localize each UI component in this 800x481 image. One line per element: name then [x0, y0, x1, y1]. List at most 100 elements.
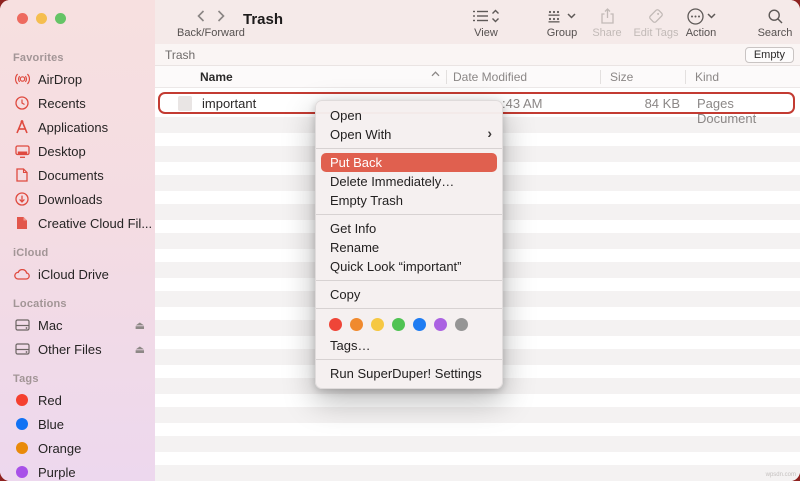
- document-icon: [12, 168, 32, 182]
- sidebar-item-orange[interactable]: Orange: [0, 436, 155, 460]
- list-view-icon: [473, 10, 488, 22]
- sidebar-item-recents[interactable]: Recents: [0, 91, 155, 115]
- menu-item-delete-immediately[interactable]: Delete Immediately…: [316, 172, 502, 191]
- tag-color-dot[interactable]: [434, 318, 447, 331]
- view-button[interactable]: View: [462, 6, 510, 39]
- sidebar-item-other-files[interactable]: Other Files ⏏: [0, 337, 155, 361]
- chevron-up-down-icon: [491, 9, 500, 23]
- path-bar: Trash Empty: [155, 44, 800, 66]
- menu-separator: [316, 359, 502, 360]
- group-label: Group: [540, 27, 584, 39]
- tag-dot-icon: [12, 418, 32, 430]
- edit-tags-button: Edit Tags: [628, 6, 684, 39]
- back-forward-control[interactable]: Back/Forward: [177, 6, 245, 39]
- group-button[interactable]: Group: [540, 6, 584, 39]
- action-button[interactable]: Action: [679, 6, 723, 39]
- submenu-chevron-icon: ›: [487, 126, 492, 141]
- share-button: Share: [587, 6, 627, 39]
- close-button[interactable]: [17, 13, 28, 24]
- menu-item-run-superduper-settings[interactable]: Run SuperDuper! Settings: [316, 364, 502, 383]
- sidebar-item-label: Blue: [38, 417, 64, 432]
- tag-color-dot[interactable]: [455, 318, 468, 331]
- sidebar-item-airdrop[interactable]: AirDrop: [0, 67, 155, 91]
- search-button[interactable]: Search: [752, 6, 798, 39]
- sidebar-item-label: Creative Cloud Fil...: [38, 216, 152, 231]
- sidebar-item-applications[interactable]: Applications: [0, 115, 155, 139]
- toolbar: Back/Forward Trash View: [155, 0, 800, 44]
- menu-separator: [316, 148, 502, 149]
- sidebar-item-label: Documents: [38, 168, 104, 183]
- sidebar-item-label: Desktop: [38, 144, 86, 159]
- column-divider[interactable]: [685, 70, 686, 84]
- tag-color-dot[interactable]: [392, 318, 405, 331]
- tag-color-dot[interactable]: [413, 318, 426, 331]
- share-icon: [601, 8, 614, 24]
- file-kind: Pages Document: [697, 96, 793, 126]
- hard-drive-icon: [12, 343, 32, 355]
- empty-trash-button[interactable]: Empty: [745, 47, 794, 63]
- action-label: Action: [679, 27, 723, 39]
- column-header-kind[interactable]: Kind: [695, 70, 719, 84]
- watermark: wpsdn.com: [766, 472, 796, 478]
- tag-color-dot[interactable]: [329, 318, 342, 331]
- airdrop-icon: [12, 72, 32, 86]
- sidebar-item-label: Other Files: [38, 342, 102, 357]
- sidebar-item-label: AirDrop: [38, 72, 82, 87]
- view-label: View: [462, 27, 510, 39]
- creative-cloud-file-icon: [12, 216, 32, 230]
- column-header-size[interactable]: Size: [610, 70, 633, 84]
- menu-item-open-with[interactable]: Open With›: [316, 125, 502, 144]
- sidebar-item-label: Recents: [38, 96, 86, 111]
- chevron-right-icon[interactable]: [217, 10, 225, 22]
- menu-item-tags[interactable]: Tags…: [316, 336, 502, 355]
- sidebar-item-mac[interactable]: Mac⏏: [0, 313, 155, 337]
- context-menu: OpenOpen With› Put BackDelete Immediately…: [315, 100, 503, 389]
- menu-item-rename[interactable]: Rename: [316, 238, 502, 257]
- sidebar-section-title-icloud: iCloud: [13, 247, 155, 259]
- sidebar-item-label: iCloud Drive: [38, 267, 109, 282]
- chevron-left-icon[interactable]: [197, 10, 205, 22]
- sidebar-item-label: Orange: [38, 441, 81, 456]
- file-size: 84 KB: [645, 96, 680, 111]
- menu-item-empty-trash[interactable]: Empty Trash: [316, 191, 502, 210]
- tag-color-dot[interactable]: [350, 318, 363, 331]
- finder-window: Favorites AirDrop Recents Applications Deskt…: [0, 0, 800, 481]
- sidebar-item-label: Applications: [38, 120, 108, 135]
- zoom-button[interactable]: [55, 13, 66, 24]
- file-icon: [178, 96, 192, 111]
- back-forward-label: Back/Forward: [177, 27, 245, 39]
- sidebar-item-label: Red: [38, 393, 62, 408]
- menu-item-put-back[interactable]: Put Back: [321, 153, 497, 172]
- sidebar-item-red[interactable]: Red: [0, 388, 155, 412]
- search-label: Search: [752, 27, 798, 39]
- sidebar-item-purple[interactable]: Purple: [0, 460, 155, 481]
- sidebar-item-desktop[interactable]: Desktop: [0, 139, 155, 163]
- desktop-icon: [12, 145, 32, 158]
- sidebar-item-icloud-drive[interactable]: iCloud Drive: [0, 262, 155, 286]
- column-divider[interactable]: [446, 70, 447, 84]
- sidebar-item-creative-cloud-fil[interactable]: Creative Cloud Fil...: [0, 211, 155, 235]
- menu-item-open[interactable]: Open: [316, 106, 502, 125]
- column-header-date-modified[interactable]: Date Modified: [453, 70, 527, 84]
- tag-dot-icon: [12, 394, 32, 406]
- menu-separator: [316, 214, 502, 215]
- download-icon: [12, 192, 32, 206]
- sort-ascending-icon: [431, 71, 440, 77]
- menu-item-quick-look-important[interactable]: Quick Look “important”: [316, 257, 502, 276]
- menu-item-get-info[interactable]: Get Info: [316, 219, 502, 238]
- clock-icon: [12, 96, 32, 110]
- sidebar-item-blue[interactable]: Blue: [0, 412, 155, 436]
- eject-icon[interactable]: ⏏: [135, 343, 145, 356]
- minimize-button[interactable]: [36, 13, 47, 24]
- sidebar-item-downloads[interactable]: Downloads: [0, 187, 155, 211]
- column-divider[interactable]: [600, 70, 601, 84]
- menu-item-copy[interactable]: Copy: [316, 285, 502, 304]
- column-header-name[interactable]: Name: [200, 70, 233, 84]
- sidebar-item-documents[interactable]: Documents: [0, 163, 155, 187]
- applications-icon: [12, 120, 32, 134]
- sidebar-section-title-favorites: Favorites: [13, 52, 155, 64]
- tag-color-dot[interactable]: [371, 318, 384, 331]
- cloud-icon: [12, 269, 32, 280]
- sidebar-item-label: Purple: [38, 465, 76, 480]
- eject-icon[interactable]: ⏏: [135, 319, 145, 332]
